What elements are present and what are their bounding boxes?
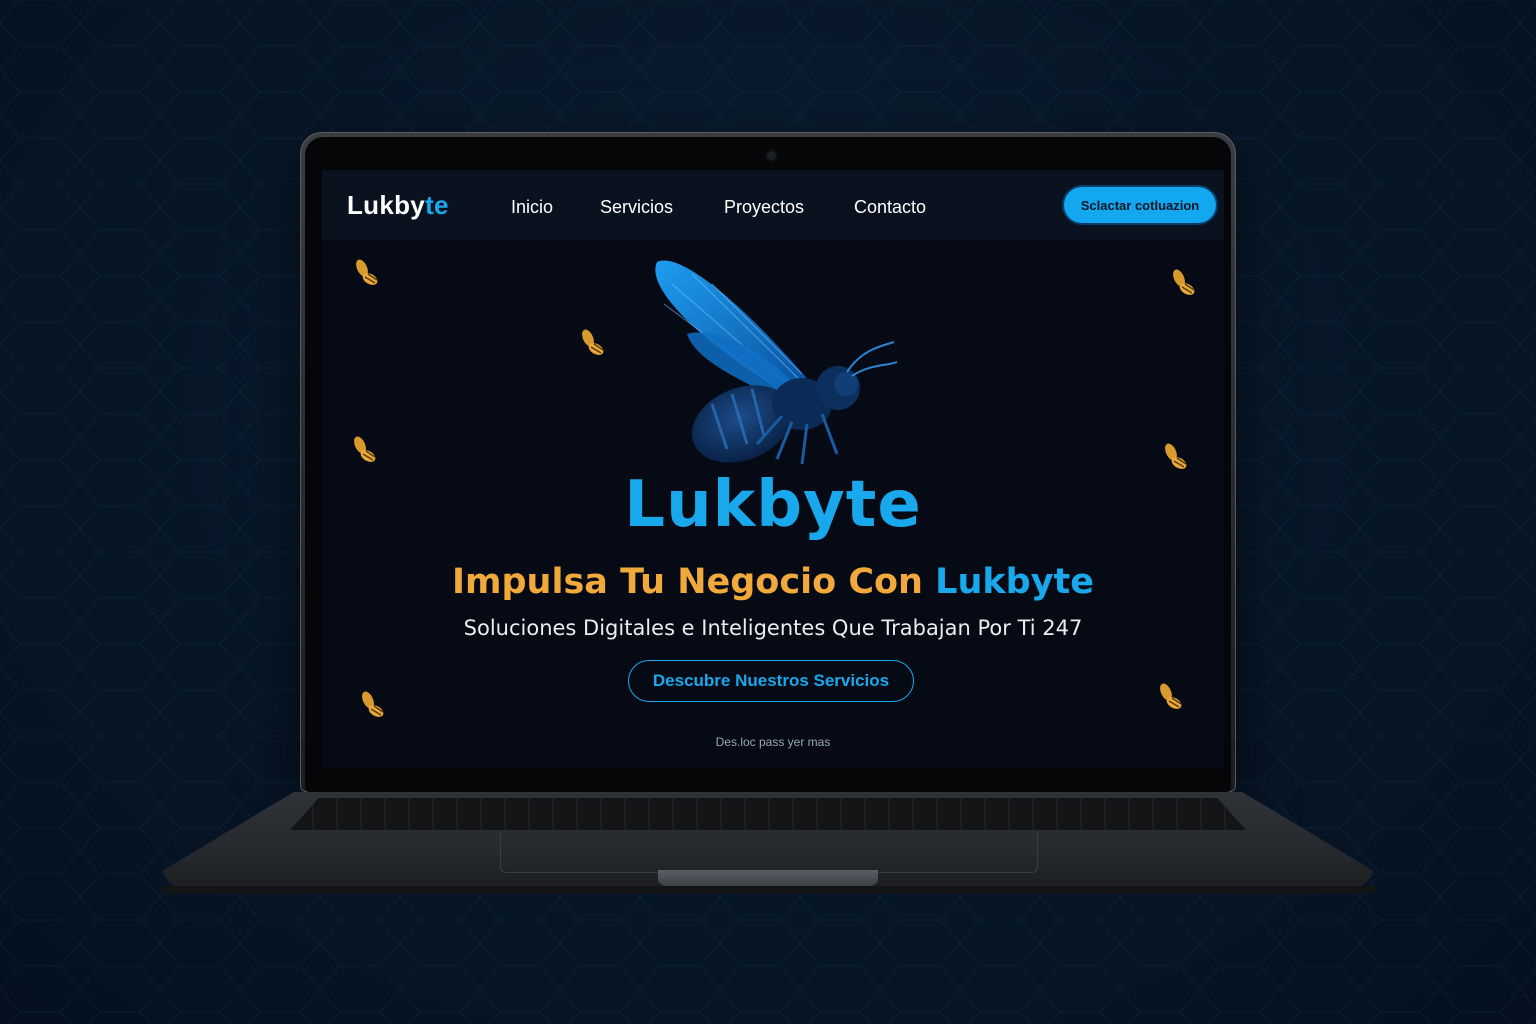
laptop-hinge-notch	[658, 870, 878, 886]
laptop-trackpad	[500, 832, 1038, 873]
hero-subheadline: Soluciones Digitales e Inteligentes Que …	[463, 616, 1083, 640]
laptop-lid: Lukbyte Inicio Servicios Proyectos Conta…	[300, 132, 1236, 792]
small-bee-icon	[356, 259, 378, 285]
website-screen: Lukbyte Inicio Servicios Proyectos Conta…	[322, 170, 1224, 768]
webcam-icon	[767, 151, 776, 160]
bee-icon	[655, 260, 898, 465]
small-bee-icon	[1165, 443, 1187, 469]
quote-request-button[interactable]: Sclactar cotluazion	[1064, 187, 1216, 223]
small-bee-icon	[354, 436, 376, 462]
site-logo[interactable]: Lukbyte	[347, 190, 449, 221]
small-bee-icon	[362, 691, 384, 717]
navbar: Lukbyte Inicio Servicios Proyectos Conta…	[322, 170, 1224, 240]
logo-accent-text: te	[425, 190, 449, 220]
nav-link-servicios[interactable]: Servicios	[600, 197, 673, 218]
scroll-hint: Des.loc pass yer mas	[715, 735, 831, 749]
screen-bezel: Lukbyte Inicio Servicios Proyectos Conta…	[305, 137, 1231, 792]
nav-link-inicio[interactable]: Inicio	[511, 197, 553, 218]
hero-brand-title: Lukbyte	[624, 468, 922, 542]
logo-text: Lukby	[347, 190, 426, 220]
discover-services-button[interactable]: Descubre Nuestros Servicios	[628, 660, 914, 702]
laptop-keyboard	[290, 798, 1246, 830]
nav-link-contacto[interactable]: Contacto	[854, 197, 926, 218]
small-bee-icon	[582, 329, 604, 355]
small-bee-icon	[1173, 269, 1195, 295]
headline-text: Impulsa Tu Negocio Con	[451, 562, 936, 602]
hero-headline: Impulsa Tu Negocio Con Lukbyte	[322, 562, 1224, 602]
small-bee-icon	[1160, 683, 1182, 709]
laptop-base-edge	[160, 886, 1376, 894]
nav-link-proyectos[interactable]: Proyectos	[724, 197, 804, 218]
headline-accent-text: Lukbyte	[935, 562, 1094, 602]
